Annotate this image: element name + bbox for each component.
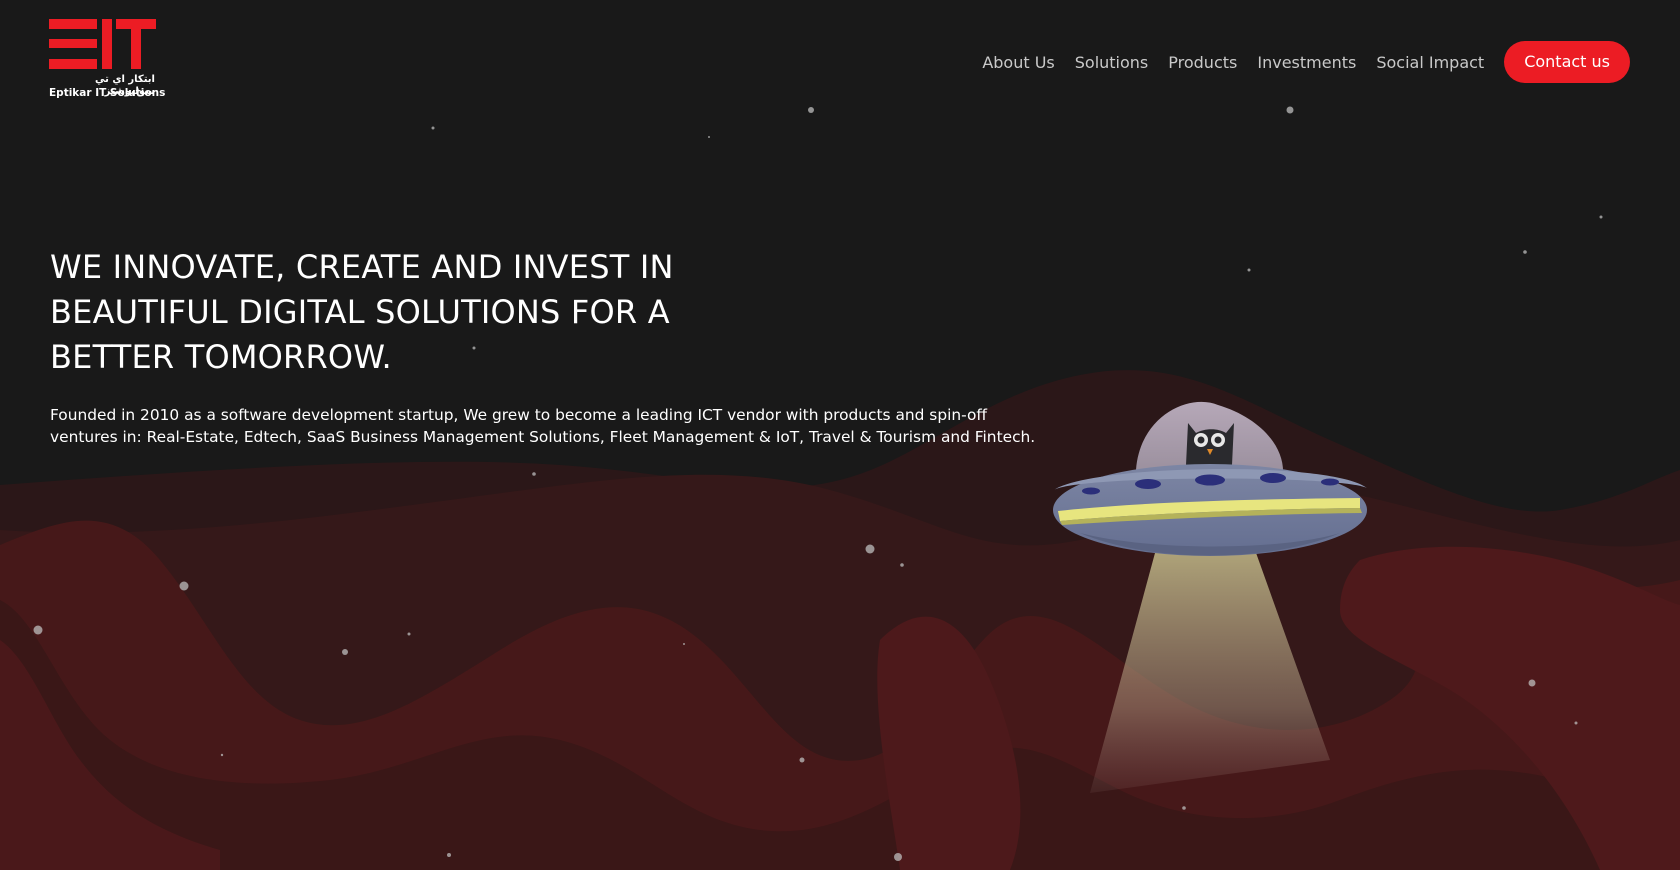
- nav-item-products[interactable]: Products: [1168, 53, 1237, 72]
- nav-item-solutions[interactable]: Solutions: [1075, 53, 1149, 72]
- eit-logo-icon: [49, 19, 156, 69]
- nav-item-social-impact[interactable]: Social Impact: [1376, 53, 1484, 72]
- hero-description: Founded in 2010 as a software developmen…: [50, 406, 1036, 446]
- hero-section: WE INNOVATE, CREATE AND INVEST IN BEAUTI…: [50, 245, 1050, 448]
- contact-us-button[interactable]: Contact us: [1504, 41, 1630, 83]
- landing-page: ابتكار اي تي سوليوشنز Eptikar IT Solutio…: [0, 0, 1680, 870]
- main-nav: About Us Solutions Products Investments …: [962, 41, 1630, 83]
- nav-item-investments[interactable]: Investments: [1257, 53, 1356, 72]
- brand-name: Eptikar IT Solutions: [49, 87, 166, 99]
- brand-logo[interactable]: ابتكار اي تي سوليوشنز Eptikar IT Solutio…: [49, 19, 165, 101]
- nav-item-about-us[interactable]: About Us: [982, 53, 1054, 72]
- ufo-owl-illustration: [1053, 401, 1367, 793]
- hero-title: WE INNOVATE, CREATE AND INVEST IN BEAUTI…: [50, 248, 674, 376]
